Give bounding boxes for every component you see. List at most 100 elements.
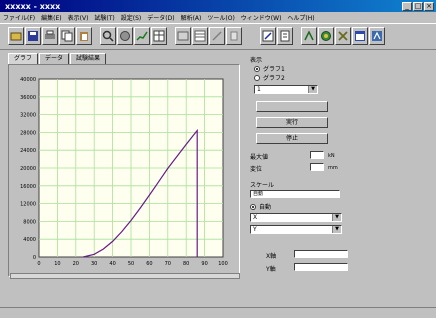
edit-icon[interactable] xyxy=(175,27,191,45)
y-tick-label: 8000 xyxy=(23,219,36,225)
menu-analysis[interactable]: 解析(A) xyxy=(181,13,202,22)
window-title: xxxxx - xxxx xyxy=(5,1,61,11)
tab-data[interactable]: データ xyxy=(39,53,70,64)
scale-field[interactable]: 自動 xyxy=(250,190,340,198)
x-tick-label: 80 xyxy=(183,261,189,267)
y-tick-label: 36000 xyxy=(20,95,36,101)
y-tick-label: 24000 xyxy=(20,148,36,154)
copy-icon[interactable] xyxy=(59,27,75,45)
radio-dot xyxy=(254,74,260,81)
disp-field[interactable] xyxy=(310,163,324,171)
data-point xyxy=(121,231,123,233)
paste-icon[interactable] xyxy=(76,27,92,45)
tab-graph[interactable]: グラフ xyxy=(8,53,39,64)
menu-window[interactable]: ウィンドウ(W) xyxy=(241,13,282,22)
auto-checkbox[interactable]: 自動 xyxy=(250,202,271,211)
data-point xyxy=(93,253,95,255)
y-range-label: Y軸 xyxy=(266,266,276,273)
y-tick-label: 32000 xyxy=(20,113,36,119)
stop-button[interactable]: 停止 xyxy=(256,133,328,144)
menu-settings[interactable]: 設定(S) xyxy=(121,13,142,22)
chart-panel: 0 10 20 30 40 50 60 70 80 90 100 0 4000 8000 12000 1600… xyxy=(8,64,240,277)
horizontal-scrollbar[interactable] xyxy=(10,273,240,279)
disp-unit: mm xyxy=(328,165,338,171)
graph-select[interactable]: 1 ▼ xyxy=(254,85,318,94)
x-tick-label: 20 xyxy=(73,261,79,267)
radio-label: グラフ2 xyxy=(263,75,285,82)
toolbar xyxy=(0,23,436,50)
menu-help[interactable]: ヘルプ(H) xyxy=(287,13,314,22)
exit-icon[interactable] xyxy=(335,27,351,45)
chart-icon[interactable] xyxy=(134,27,150,45)
menu-edit[interactable]: 編集(E) xyxy=(41,13,61,22)
y-range-field[interactable] xyxy=(294,263,348,271)
table-icon[interactable] xyxy=(151,27,167,45)
y-tick-label: 16000 xyxy=(20,184,36,190)
menu-data[interactable]: データ(D) xyxy=(147,13,174,22)
run-button[interactable]: 実行 xyxy=(256,117,328,128)
x-tick-label: 60 xyxy=(146,261,152,267)
print-icon[interactable] xyxy=(42,27,58,45)
menu-test[interactable]: 試験(T) xyxy=(94,13,114,22)
data-point xyxy=(185,144,187,145)
radio-graph2[interactable]: グラフ2 xyxy=(254,73,285,82)
y-axis-select[interactable]: Y ▼ xyxy=(250,225,342,234)
x-tick-label: 50 xyxy=(128,261,134,267)
radio-dot xyxy=(254,65,260,72)
measure-icon[interactable] xyxy=(117,27,133,45)
x-tick-label: 10 xyxy=(54,261,60,267)
menu-file[interactable]: ファイル(F) xyxy=(3,13,35,22)
radio-label: グラフ1 xyxy=(263,66,285,73)
maximize-button[interactable]: □ xyxy=(413,1,423,11)
disp-label: 変位 xyxy=(250,166,263,173)
radio-graph1[interactable]: グラフ1 xyxy=(254,64,285,73)
y-tick-label: 28000 xyxy=(20,130,36,136)
report-icon[interactable] xyxy=(226,27,242,45)
save-icon[interactable] xyxy=(25,27,41,45)
calc-icon[interactable] xyxy=(301,27,317,45)
close-button[interactable]: × xyxy=(424,1,434,11)
x-axis-select[interactable]: X ▼ xyxy=(250,213,342,222)
max-unit: kN xyxy=(328,153,335,159)
x-range-label: X軸 xyxy=(266,253,277,260)
graph-icon[interactable] xyxy=(318,27,334,45)
data-point xyxy=(196,256,198,258)
pen-icon[interactable] xyxy=(260,27,276,45)
minimize-button[interactable]: _ xyxy=(402,1,412,11)
data-point xyxy=(158,181,160,183)
window-icon[interactable] xyxy=(352,27,368,45)
group-title: 表示 xyxy=(250,57,263,64)
y-tick-label: 0 xyxy=(33,255,36,261)
run-icon[interactable] xyxy=(209,27,225,45)
grid-icon[interactable] xyxy=(192,27,208,45)
status-bar xyxy=(0,307,436,318)
data-point xyxy=(196,130,198,132)
tool-icon[interactable] xyxy=(277,27,293,45)
checkbox-dot xyxy=(250,203,256,210)
disabled-button[interactable] xyxy=(256,101,328,112)
scale-label: スケール xyxy=(250,182,275,189)
auto-checkbox-label: 自動 xyxy=(259,204,272,211)
data-point xyxy=(82,256,84,258)
x-range-field[interactable] xyxy=(294,250,348,258)
tab-result[interactable]: 試験結果 xyxy=(70,53,107,64)
data-point xyxy=(167,168,169,169)
app-window: xxxxx - xxxx _ □ × ファイル(F) 編集(E) 表示(V) 試… xyxy=(0,0,436,318)
help-icon[interactable] xyxy=(369,27,385,45)
title-bar: xxxxx - xxxx _ □ × xyxy=(0,0,436,12)
x-tick-label: 70 xyxy=(165,261,171,267)
zoom-icon[interactable] xyxy=(100,27,116,45)
menu-tools[interactable]: ツール(O) xyxy=(207,13,234,22)
open-icon[interactable] xyxy=(8,27,24,45)
x-tick-label: 0 xyxy=(37,261,40,267)
menu-bar: ファイル(F) 編集(E) 表示(V) 試験(T) 設定(S) データ(D) 解… xyxy=(0,12,436,23)
menu-view[interactable]: 表示(V) xyxy=(68,13,89,22)
max-field[interactable] xyxy=(310,151,324,159)
y-tick-label: 20000 xyxy=(20,166,36,172)
chevron-down-icon: ▼ xyxy=(332,226,341,233)
y-tick-label: 40000 xyxy=(20,77,36,83)
data-point xyxy=(149,194,150,196)
data-point xyxy=(176,156,178,157)
y-tick-label: 4000 xyxy=(23,237,36,243)
right-panel: 表示 グラフ1 グラフ2 1 ▼ 実行 停止 最大値 kN 変位 mm スケール… xyxy=(248,53,433,283)
